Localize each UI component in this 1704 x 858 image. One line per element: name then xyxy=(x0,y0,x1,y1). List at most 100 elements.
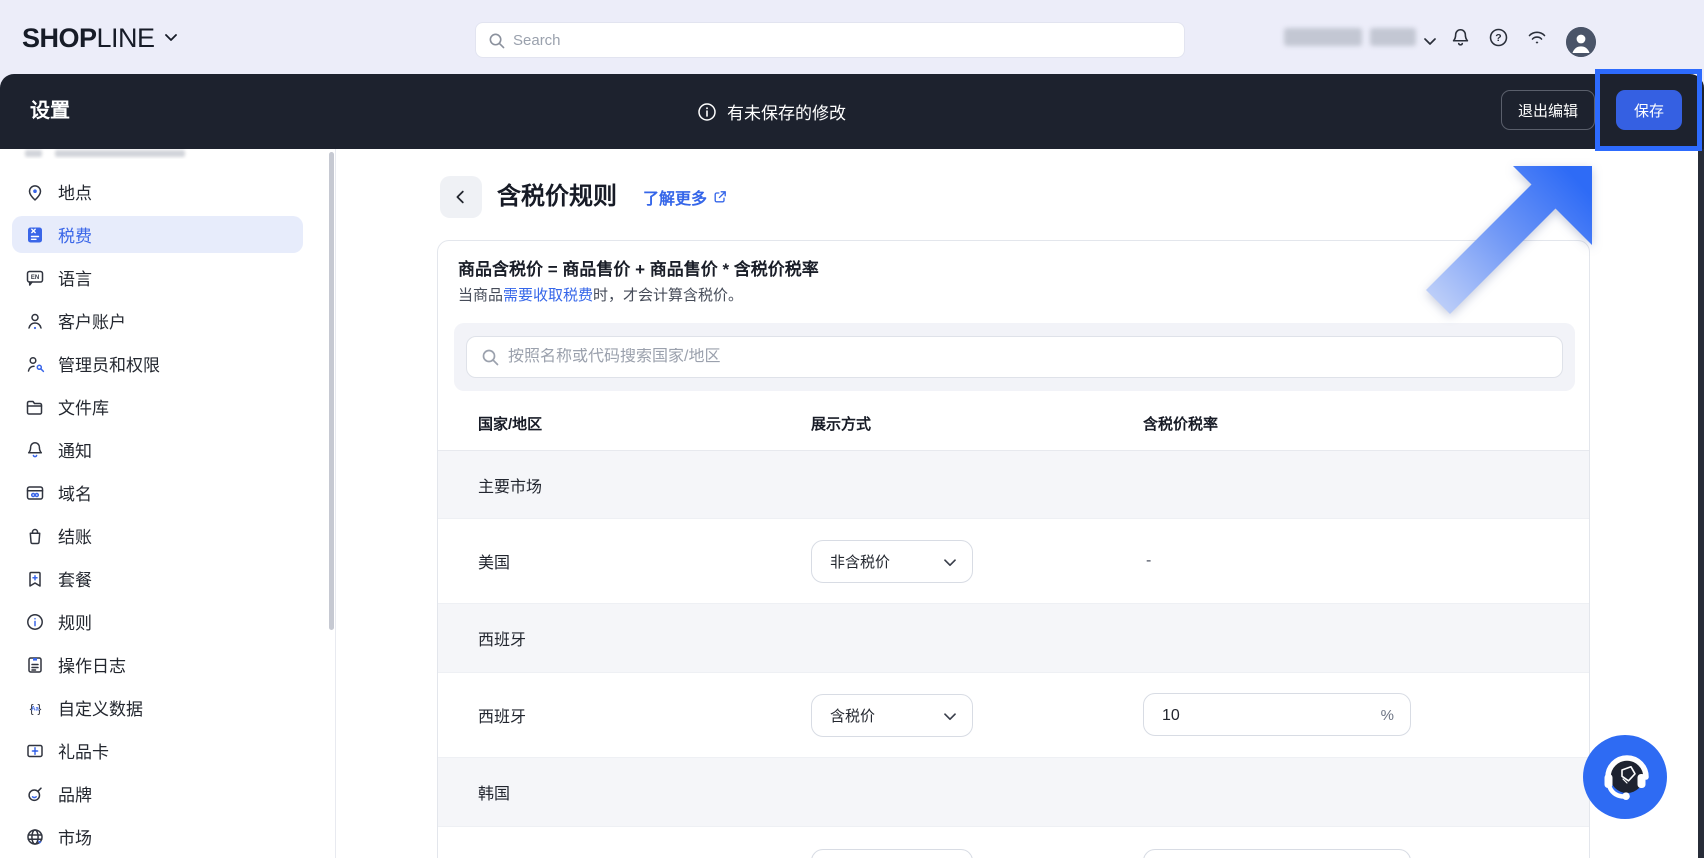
sidebar-item-label: 域名 xyxy=(58,485,92,504)
sidebar-item-checkout[interactable]: 结账 xyxy=(0,514,336,557)
location-icon xyxy=(25,182,45,202)
sidebar-item-gift-cards[interactable]: 礼品卡 xyxy=(0,729,336,772)
global-search-bar[interactable] xyxy=(475,22,1185,58)
country-name: 美国 xyxy=(478,555,511,572)
shopline-logo-text: SHOP xyxy=(22,22,97,53)
country-search-input[interactable] xyxy=(508,348,1488,366)
country-row: 西班牙 含税价 10% xyxy=(438,673,1589,758)
topbar-right-cluster: ? xyxy=(1274,0,1704,74)
network-status-icon[interactable] xyxy=(1526,27,1548,52)
display-mode-select[interactable] xyxy=(811,849,973,858)
unsaved-status-text: 有未保存的修改 xyxy=(727,104,846,123)
activity-log-icon xyxy=(25,655,45,675)
learn-more-link[interactable]: 了解更多 xyxy=(643,176,728,218)
table-body: 主要市场 美国 非含税价 - 西班牙 西班牙 含税价 10% 韩国 xyxy=(438,451,1589,858)
tax-rate-value: 10 xyxy=(1162,707,1180,724)
sidebar-item-label: 套餐 xyxy=(58,571,92,590)
sidebar-item-custom-data[interactable]: {} Aa 自定义数据 xyxy=(0,686,336,729)
rules-icon xyxy=(25,612,45,632)
global-search-input[interactable] xyxy=(513,31,1113,49)
sidebar-item-label: 自定义数据 xyxy=(58,700,143,719)
back-button[interactable] xyxy=(440,176,482,218)
sidebar-item-label: 结账 xyxy=(58,528,92,547)
market-group-name: 韩国 xyxy=(478,786,511,803)
column-country: 国家/地区 xyxy=(478,416,543,433)
external-link-icon xyxy=(714,191,726,203)
sidebar-item-brand[interactable]: 品牌 xyxy=(0,772,336,815)
admins-permissions-icon xyxy=(25,354,45,374)
country-row: 美国 非含税价 - xyxy=(438,519,1589,604)
sidebar-item-admins-permissions[interactable]: 管理员和权限 xyxy=(0,342,336,385)
unsaved-status: 有未保存的修改 xyxy=(697,74,846,149)
sidebar-item-label: 品牌 xyxy=(58,786,92,805)
svg-text:EN: EN xyxy=(31,275,39,281)
sidebar-item-label: 客户账户 xyxy=(58,313,126,332)
chevron-left-icon xyxy=(456,190,464,204)
sidebar-item-customer-accounts[interactable]: 客户账户 xyxy=(0,299,336,342)
account-avatar[interactable] xyxy=(1566,27,1596,57)
sidebar-item-language[interactable]: EN 语言 xyxy=(0,256,336,299)
tax-rate-input[interactable] xyxy=(1143,849,1411,858)
display-mode-value: 非含税价 xyxy=(830,554,891,571)
svg-text:Aa: Aa xyxy=(31,706,39,712)
gift-cards-icon xyxy=(25,741,45,761)
sidebar-item-label: 市场 xyxy=(58,829,92,848)
store-chevron-down-icon[interactable] xyxy=(1424,33,1436,51)
sidebar-item-tax[interactable]: 税费 xyxy=(0,213,336,256)
sidebar-item-plan[interactable]: 套餐 xyxy=(0,557,336,600)
sidebar-item-label: 管理员和权限 xyxy=(58,356,160,375)
sidebar-item-notifications[interactable]: 通知 xyxy=(0,428,336,471)
sidebar-item-label: 操作日志 xyxy=(58,657,126,676)
sidebar-item-rules[interactable]: 规则 xyxy=(0,600,336,643)
checkout-icon xyxy=(25,526,45,546)
store-name-censored-2 xyxy=(1370,28,1416,46)
sidebar-item-file-library[interactable]: 文件库 xyxy=(0,385,336,428)
svg-text:?: ? xyxy=(1495,32,1501,44)
column-display-mode: 展示方式 xyxy=(811,416,872,433)
save-button[interactable]: 保存 xyxy=(1616,90,1682,130)
sidebar-item-label: 地点 xyxy=(58,184,92,203)
sidebar-item-markets[interactable]: 市场 xyxy=(0,815,336,858)
plan-icon xyxy=(25,569,45,589)
country-search-container xyxy=(454,323,1575,391)
markets-icon xyxy=(25,827,45,847)
sidebar-item-activity-log[interactable]: 操作日志 xyxy=(0,643,336,686)
tax-rate-input[interactable]: 10% xyxy=(1143,693,1411,736)
sidebar-scrollbar[interactable] xyxy=(329,152,334,630)
country-row-clipped xyxy=(438,827,1589,858)
tax-rate-empty: - xyxy=(1146,552,1152,569)
percent-suffix: % xyxy=(1380,707,1394,724)
settings-sidebar: 地点税费 EN 语言客户账户管理员和权限文件库 通知域名结账套餐规则操作日志 {} Aa 自… xyxy=(0,149,336,858)
display-mode-select[interactable]: 非含税价 xyxy=(811,540,973,583)
sidebar-item-location[interactable]: 地点 xyxy=(0,170,336,213)
unsaved-changes-bar: 设置 有未保存的修改 退出编辑 保存 xyxy=(0,74,1704,149)
notifications-bell-icon[interactable] xyxy=(1450,27,1471,53)
exit-edit-button[interactable]: 退出编辑 xyxy=(1501,90,1595,130)
page-title: 含税价规则 xyxy=(497,183,617,210)
brand-icon xyxy=(25,784,45,804)
customer-accounts-icon xyxy=(25,311,45,331)
domains-icon xyxy=(25,483,45,503)
sidebar-item-label: 税费 xyxy=(58,227,92,246)
tax-rules-page: 含税价规则 了解更多 商品含税价 = 商品售价 + 商品售价 * 含税价税率 当… xyxy=(336,149,1704,858)
custom-data-icon: {} Aa xyxy=(25,698,45,718)
settings-title: 设置 xyxy=(30,100,70,122)
display-mode-select[interactable]: 含税价 xyxy=(811,694,973,737)
tax-note-text: 当商品需要收取税费时，才会计算含税价。 xyxy=(458,287,744,304)
store-name-censored xyxy=(1284,28,1362,46)
file-library-icon xyxy=(25,397,45,417)
language-icon: EN xyxy=(25,268,45,288)
sidebar-item-domains[interactable]: 域名 xyxy=(0,471,336,514)
country-search-field[interactable] xyxy=(466,336,1563,378)
market-group-row: 韩国 xyxy=(438,758,1589,827)
help-icon[interactable]: ? xyxy=(1488,27,1509,53)
topbar: SHOPLINE ? xyxy=(0,0,1704,74)
tax-icon xyxy=(25,225,45,245)
brand-chevron-down-icon xyxy=(164,29,177,47)
sidebar-item-clipped xyxy=(0,149,336,159)
support-chat-button[interactable] xyxy=(1583,735,1667,819)
shopline-logo[interactable]: SHOP LINE xyxy=(22,22,177,54)
info-icon xyxy=(698,102,716,121)
charge-tax-link[interactable]: 需要收取税费 xyxy=(503,287,593,304)
market-group-row: 主要市场 xyxy=(438,451,1589,519)
